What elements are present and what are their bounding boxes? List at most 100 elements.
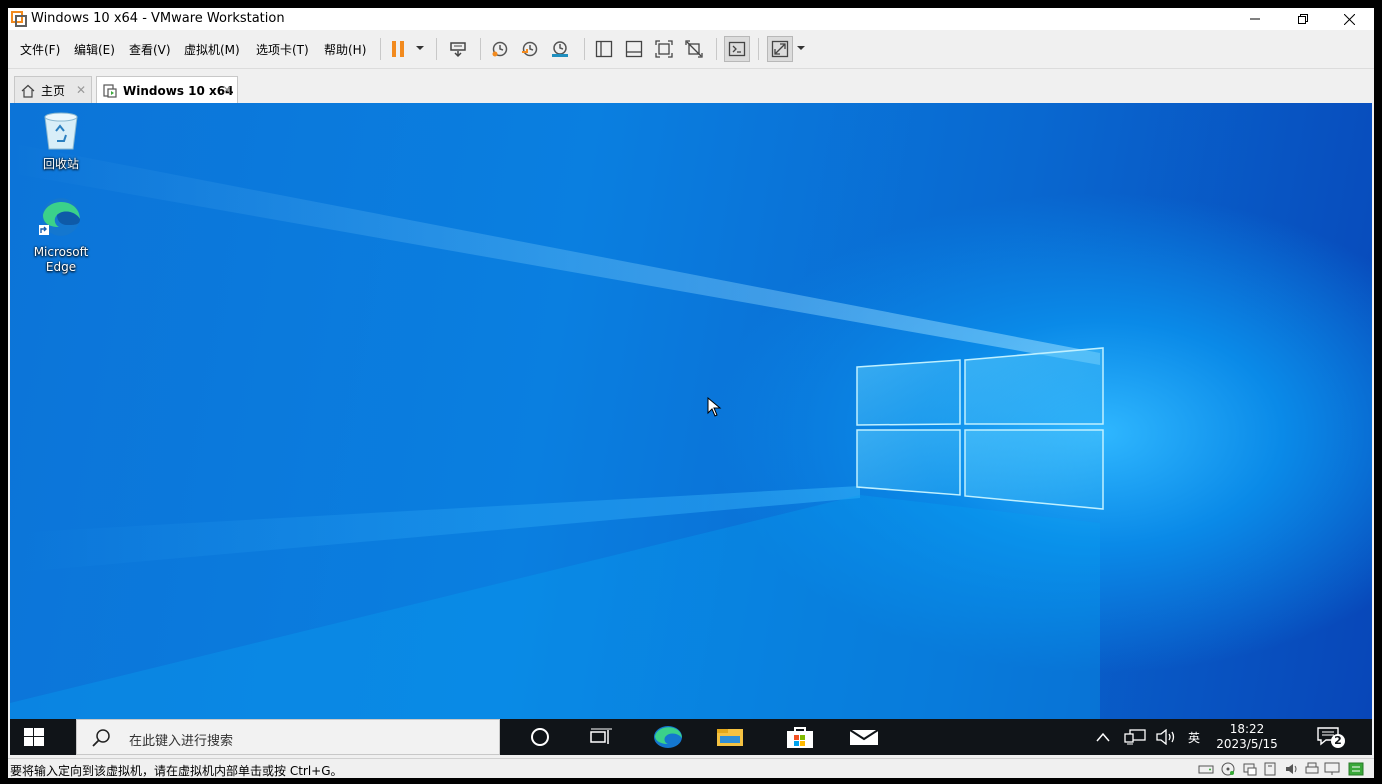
vmware-window: Windows 10 x64 - VMware Workstation 文件(F… <box>8 8 1374 778</box>
wallpaper-light-beams <box>10 143 1100 719</box>
stretch-dropdown-arrow[interactable] <box>797 46 805 50</box>
search-icon <box>92 729 110 747</box>
usb-controller-icon[interactable] <box>1262 762 1278 776</box>
vm-display[interactable]: 回收站 Microsoft Edge <box>10 103 1372 719</box>
printer-icon[interactable] <box>1304 762 1320 776</box>
suspend-button[interactable] <box>388 39 408 59</box>
mouse-cursor-icon <box>707 397 722 417</box>
desktop-icon-recycle-bin[interactable]: 回收站 <box>21 111 101 172</box>
vmware-app-icon <box>11 11 27 27</box>
windows-start-icon[interactable] <box>24 728 44 746</box>
edge-icon <box>654 726 682 748</box>
full-screen-button[interactable] <box>654 39 674 59</box>
show-thumbnail-bar-button[interactable] <box>624 39 644 59</box>
recycle-bin-label: 回收站 <box>42 157 79 171</box>
revert-snapshot-button[interactable] <box>520 39 540 59</box>
restore-button[interactable] <box>1280 8 1326 30</box>
pause-icon <box>392 41 404 57</box>
tab-strip: 主页 ✕ Windows 10 x64 ✕ <box>8 68 1374 104</box>
console-view-button[interactable] <box>724 36 750 62</box>
tab-home-label: 主页 <box>41 84 66 98</box>
snapshot-manager-button[interactable] <box>550 39 570 59</box>
toolbar-separator <box>584 38 585 60</box>
taskbar-store-button[interactable] <box>784 725 816 749</box>
taskbar-clock[interactable]: 18:22 2023/5/15 <box>1202 722 1292 752</box>
title-bar: Windows 10 x64 - VMware Workstation <box>8 8 1374 30</box>
cortana-button[interactable] <box>524 725 556 749</box>
snapshot-clock-icon <box>492 41 508 57</box>
home-icon <box>21 84 35 98</box>
unity-icon <box>685 40 703 58</box>
clock-date: 2023/5/15 <box>1216 737 1278 751</box>
cd-dvd-icon[interactable] <box>1220 762 1236 776</box>
send-ctrl-alt-del-button[interactable] <box>448 39 468 59</box>
tab-close-icon[interactable]: ✕ <box>76 83 86 97</box>
hard-disk-icon[interactable] <box>1198 762 1214 776</box>
close-icon <box>1343 13 1355 25</box>
tab-home[interactable]: 主页 ✕ <box>14 76 92 104</box>
recycle-bin-icon <box>44 112 78 150</box>
edge-label: Microsoft Edge <box>33 245 89 274</box>
volume-icon[interactable] <box>1156 729 1178 745</box>
network-adapter-icon[interactable] <box>1242 762 1258 776</box>
clock-time: 18:22 <box>1229 722 1265 736</box>
taskbar-mail-button[interactable] <box>848 725 880 749</box>
sidebar-layout-icon <box>595 40 613 58</box>
status-bar: 要将输入定向到该虚拟机，请在虚拟机内部单击或按 Ctrl+G。 <box>8 758 1374 778</box>
toolbar-separator <box>436 38 437 60</box>
tab-windows-10[interactable]: Windows 10 x64 ✕ <box>96 76 238 104</box>
fullscreen-icon <box>655 40 673 58</box>
task-view-button[interactable] <box>586 725 618 749</box>
cortana-circle-icon <box>531 728 549 746</box>
menu-file[interactable]: 文件(F) <box>20 41 60 58</box>
menu-edit[interactable]: 编辑(E) <box>74 41 115 58</box>
action-center-button[interactable]: 2 <box>1316 725 1346 749</box>
taskbar-edge-button[interactable] <box>652 725 684 749</box>
restore-icon <box>1298 14 1308 24</box>
menu-tabs[interactable]: 选项卡(T) <box>256 41 309 58</box>
menu-toolbar: 文件(F) 编辑(E) 查看(V) 虚拟机(M) 选项卡(T) 帮助(H) <box>8 30 1374 68</box>
minimize-button[interactable] <box>1232 8 1278 30</box>
minimize-icon <box>1250 18 1260 20</box>
mail-icon <box>849 729 879 745</box>
vm-tab-icon <box>103 83 117 98</box>
close-button[interactable] <box>1326 8 1372 30</box>
message-log-icon[interactable] <box>1348 762 1364 776</box>
network-icon[interactable] <box>1124 729 1146 745</box>
unity-button[interactable] <box>684 39 704 59</box>
menu-vm[interactable]: 虚拟机(M) <box>184 41 240 58</box>
send-keys-icon <box>450 42 466 58</box>
taskbar-file-explorer-button[interactable] <box>714 725 746 749</box>
ime-indicator[interactable]: 英 <box>1188 719 1200 755</box>
toolbar-separator <box>716 38 717 60</box>
menu-help[interactable]: 帮助(H) <box>324 41 366 58</box>
bottom-panel-icon <box>625 40 643 58</box>
desktop-icon-edge[interactable]: Microsoft Edge <box>21 195 101 275</box>
window-title: Windows 10 x64 - VMware Workstation <box>31 11 285 26</box>
taskbar-search-box[interactable]: 在此键入进行搜索 <box>76 719 500 755</box>
tab-windows-10-label: Windows 10 x64 <box>123 83 234 98</box>
task-view-icon <box>590 728 612 744</box>
toolbar-separator <box>380 38 381 60</box>
tab-close-icon[interactable]: ✕ <box>222 83 232 97</box>
snapshot-manager-icon <box>552 41 568 57</box>
store-bag-icon <box>787 727 813 748</box>
toolbar-separator <box>758 38 759 60</box>
display-icon[interactable] <box>1324 762 1340 776</box>
stretch-view-button[interactable] <box>767 36 793 62</box>
take-snapshot-button[interactable] <box>490 39 510 59</box>
sound-card-icon[interactable] <box>1284 762 1300 776</box>
edge-icon <box>39 198 80 236</box>
show-library-button[interactable] <box>594 39 614 59</box>
status-message: 要将输入定向到该虚拟机，请在虚拟机内部单击或按 Ctrl+G。 <box>10 764 343 778</box>
toolbar-separator <box>480 38 481 60</box>
search-placeholder: 在此键入进行搜索 <box>129 734 234 749</box>
guest-taskbar: 在此键入进行搜索 英 18:22 2023/5/15 2 <box>10 719 1372 755</box>
show-hidden-icons-icon[interactable] <box>1096 732 1110 742</box>
power-dropdown-arrow[interactable] <box>416 46 424 50</box>
notification-count-badge: 2 <box>1334 734 1342 747</box>
stretch-icon <box>771 40 789 58</box>
revert-snapshot-icon <box>522 41 538 57</box>
menu-view[interactable]: 查看(V) <box>129 41 171 58</box>
windows-wallpaper-logo <box>856 347 1104 510</box>
